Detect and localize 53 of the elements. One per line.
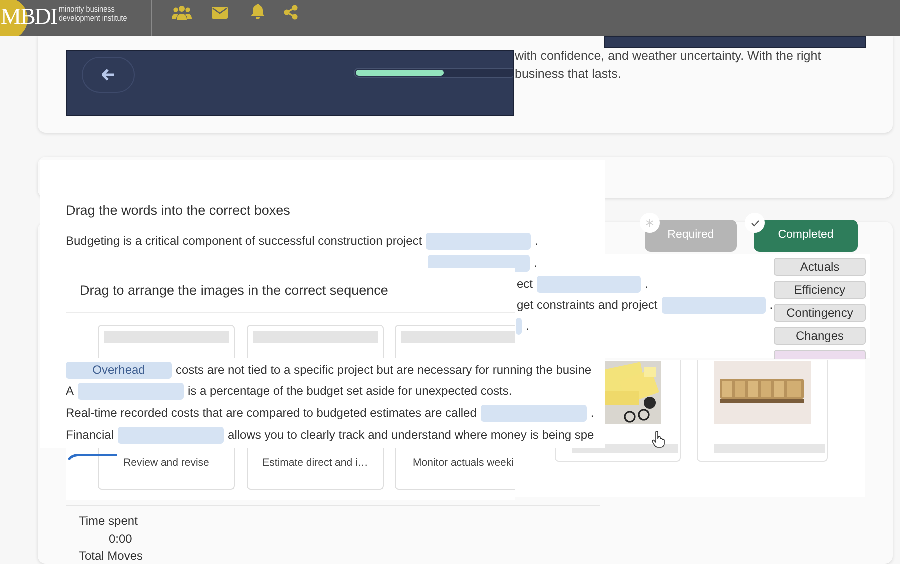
image-card[interactable] (697, 360, 828, 462)
sentence-text: Budgeting is a critical component of successful construction project (66, 233, 422, 250)
intro-text: business that lasts. (515, 66, 622, 82)
card-caption: Estimate direct and i… (262, 457, 368, 470)
check-icon (750, 220, 760, 226)
drop-blank[interactable] (662, 297, 766, 314)
sequence-card[interactable]: Review and revise (98, 448, 235, 490)
sentence-text: A (66, 383, 74, 400)
back-button[interactable] (82, 57, 135, 93)
drop-blank[interactable] (426, 233, 532, 250)
sentence-text: costs are not tied to a specific project but are necessary for running the busine (176, 362, 592, 379)
drop-blank[interactable] (118, 427, 224, 444)
sequence-title: Drag to arrange the images in the correct sequence (80, 282, 388, 299)
share-icon[interactable] (284, 5, 298, 20)
word-chip[interactable]: Contingency (774, 304, 866, 322)
sentence-text: . (534, 255, 538, 272)
bell-icon[interactable] (251, 4, 265, 20)
drop-blank[interactable] (537, 276, 642, 293)
sequence-card[interactable]: Estimate direct and i… (247, 448, 384, 490)
status-button[interactable]: Completed (754, 220, 858, 252)
sentence-text: . (535, 233, 539, 250)
sentence-text: Real-time recorded costs that are compared to budgeted estimates are called (66, 405, 477, 422)
time-value: 0:00 (109, 532, 132, 547)
word-chip[interactable]: Actuals (774, 258, 866, 276)
exercise-title: Drag the words into the correct boxes (66, 202, 290, 219)
sentence-text: . (590, 405, 594, 422)
hand-cursor-icon (652, 431, 665, 448)
back-arrow-icon (102, 69, 115, 81)
asterisk-icon (646, 219, 654, 227)
word-chip[interactable]: Changes (774, 327, 866, 345)
sentence-text: get constraints and project (517, 297, 658, 314)
time-label: Time spent (79, 514, 138, 529)
card-caption: Review and revise (124, 457, 210, 470)
drop-blank[interactable] (78, 383, 184, 400)
card-caption: Monitor actuals weeki (413, 457, 514, 470)
people-icon[interactable] (172, 5, 192, 21)
sentence-text: . (770, 297, 774, 314)
logo-text: minority business (59, 5, 115, 14)
filled-blank[interactable]: Overhead (66, 362, 172, 379)
sequence-card[interactable]: Monitor actuals weeki (395, 448, 515, 490)
sentence-text: allows you to clearly track and understand where money is being spe (228, 427, 594, 444)
button-edge (68, 454, 118, 460)
drop-blank[interactable] (516, 318, 522, 335)
sentence-text: . (645, 276, 648, 293)
sentence-text: Financial (66, 427, 114, 444)
logo-text: development institute (59, 14, 128, 23)
word-chip[interactable]: Efficiency (774, 281, 866, 299)
sentence-text: ect (517, 276, 534, 293)
mail-icon[interactable] (212, 7, 228, 19)
sentence-text: . (526, 318, 530, 335)
intro-text: with confidence, and weather uncertainty. With the right (515, 48, 822, 64)
moves-label: Total Moves (79, 549, 144, 563)
sentence-text: is a percentage of the budget set aside for unexpected costs. (188, 383, 512, 400)
